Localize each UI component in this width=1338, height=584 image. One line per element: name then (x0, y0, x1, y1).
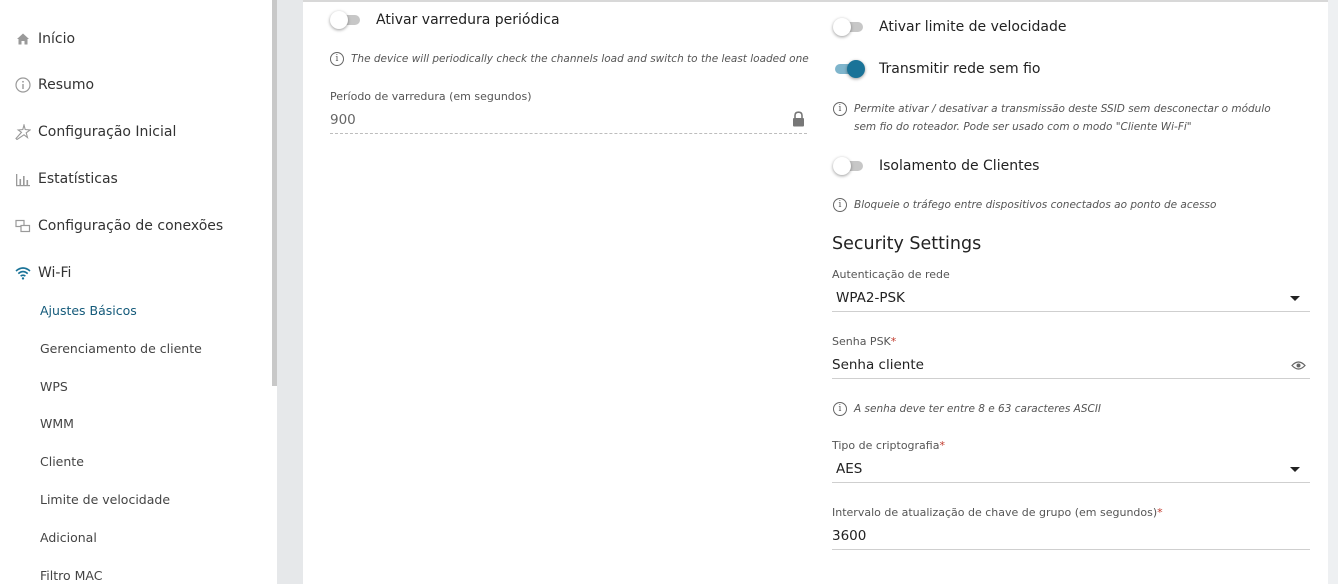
auth-label: Autenticação de rede (832, 268, 950, 281)
wifi-icon (14, 264, 32, 282)
subnav-ajustes-basicos[interactable]: Ajustes Básicos (40, 303, 137, 318)
nav-item-estatisticas[interactable]: Estatísticas (14, 167, 118, 191)
nav-label: Configuração de conexões (38, 218, 224, 234)
speed-limit-label: Ativar limite de velocidade (879, 19, 1067, 35)
psk-input[interactable]: Senha cliente (832, 351, 1310, 379)
info-icon: i (833, 102, 847, 116)
nav-item-wifi[interactable]: Wi-Fi (14, 261, 71, 285)
subnav-gerenciamento-cliente[interactable]: Gerenciamento de cliente (40, 341, 202, 356)
nav-item-configuracao-conexoes[interactable]: Configuração de conexões (14, 214, 223, 238)
isolation-label: Isolamento de Clientes (879, 158, 1040, 174)
info-icon: i (833, 198, 847, 212)
sidebar: Início Resumo Configuração Inicial Estat… (0, 0, 277, 584)
speed-limit-toggle[interactable] (833, 18, 865, 36)
toggle-knob (330, 11, 348, 29)
scan-period-value: 900 (330, 111, 356, 128)
subnav-adicional[interactable]: Adicional (40, 530, 97, 545)
hint-text: A senha deve ter entre 8 e 63 caracteres… (854, 403, 1102, 415)
scan-period-label: Período de varredura (em segundos) (330, 90, 532, 103)
chevron-down-icon (1290, 296, 1300, 301)
crypto-label: Tipo de criptografia* (832, 439, 945, 452)
home-icon (14, 30, 32, 48)
subnav-limite-velocidade[interactable]: Limite de velocidade (40, 492, 170, 507)
isolation-hint: i Bloqueie o tráfego entre dispositivos … (833, 196, 1303, 214)
main-content: Ativar varredura periódica i The device … (303, 0, 1328, 584)
psk-hint: i A senha deve ter entre 8 e 63 caracter… (833, 400, 1303, 418)
toggle-knob (847, 60, 865, 78)
nav-item-inicio[interactable]: Início (14, 27, 75, 51)
psk-label: Senha PSK* (832, 335, 897, 348)
wand-icon (14, 123, 32, 141)
crypto-value: AES (836, 460, 863, 477)
crypto-select[interactable]: AES (832, 455, 1310, 483)
periodic-scan-toggle[interactable] (330, 11, 362, 29)
auth-value: WPA2-PSK (836, 289, 905, 306)
info-icon: i (330, 52, 344, 66)
nav-label: Configuração Inicial (38, 124, 177, 140)
subnav-wmm[interactable]: WMM (40, 416, 74, 431)
security-settings-title: Security Settings (832, 234, 982, 254)
hint-text: Bloqueie o tráfego entre dispositivos co… (854, 199, 1217, 211)
auth-select[interactable]: WPA2-PSK (832, 284, 1310, 312)
hint-text: The device will periodically check the c… (351, 53, 809, 65)
broadcast-label: Transmitir rede sem fio (879, 61, 1041, 77)
nav-label: Wi-Fi (38, 265, 72, 281)
nav-item-configuracao-inicial[interactable]: Configuração Inicial (14, 120, 176, 144)
nav-item-resumo[interactable]: Resumo (14, 73, 94, 97)
chevron-down-icon (1290, 467, 1300, 472)
info-icon: i (833, 402, 847, 416)
subnav-filtro-mac[interactable]: Filtro MAC (40, 568, 102, 583)
stats-icon (14, 170, 32, 188)
psk-value: Senha cliente (832, 356, 924, 373)
subnav-wps[interactable]: WPS (40, 379, 68, 394)
nav-label: Resumo (38, 77, 95, 93)
isolation-toggle[interactable] (833, 157, 865, 175)
subnav-cliente[interactable]: Cliente (40, 454, 84, 469)
eye-icon[interactable] (1291, 359, 1306, 375)
info-icon (14, 76, 32, 94)
nav-label: Estatísticas (38, 171, 118, 187)
lock-icon (792, 111, 805, 131)
content-gutter (277, 0, 303, 584)
toggle-knob (833, 157, 851, 175)
nav-label: Início (38, 31, 76, 47)
scan-period-field: 900 (330, 106, 807, 134)
broadcast-hint: i Permite ativar / desativar a transmiss… (833, 100, 1293, 136)
right-gutter (1328, 0, 1338, 584)
periodic-scan-label: Ativar varredura periódica (376, 12, 560, 28)
hint-text: Permite ativar / desativar a transmissão… (854, 103, 1271, 133)
group-key-label: Intervalo de atualização de chave de gru… (832, 506, 1163, 519)
periodic-scan-hint: i The device will periodically check the… (330, 50, 810, 68)
group-key-value: 3600 (832, 527, 867, 544)
group-key-input[interactable]: 3600 (832, 522, 1310, 550)
connections-icon (14, 217, 32, 235)
toggle-knob (833, 18, 851, 36)
broadcast-toggle[interactable] (833, 60, 865, 78)
